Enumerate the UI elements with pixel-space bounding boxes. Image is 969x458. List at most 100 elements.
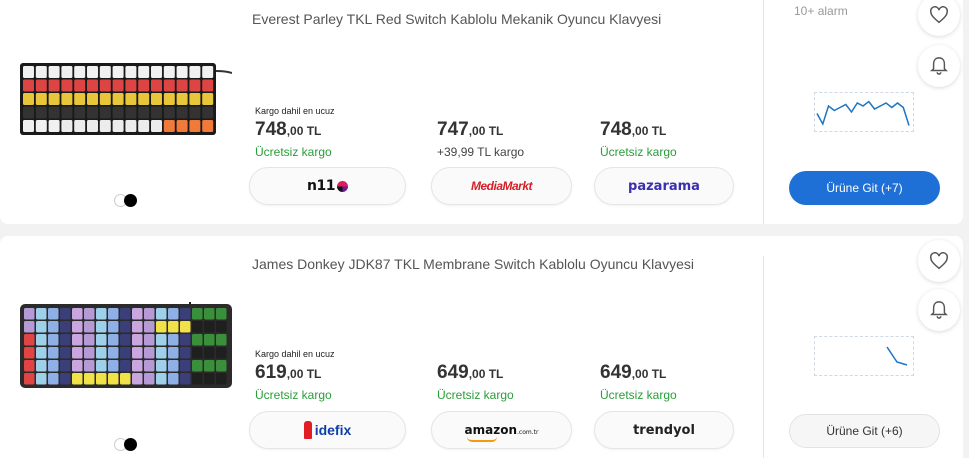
keycap — [202, 66, 214, 78]
keycap — [176, 79, 188, 92]
keycap — [48, 308, 59, 320]
keycap — [96, 360, 107, 372]
keycap — [202, 93, 214, 105]
keycap — [24, 334, 35, 346]
store-button-pazarama[interactable]: pazarama — [594, 167, 734, 205]
keycap — [99, 106, 111, 119]
offer: 747,00 TL +39,99 TL kargo — [437, 106, 597, 159]
keycap — [180, 308, 191, 320]
keycap — [36, 373, 47, 385]
keycap — [60, 373, 71, 385]
store-button-n11[interactable]: n11 — [249, 167, 406, 205]
shipping-info: Ücretsiz kargo — [600, 388, 677, 402]
keycap — [144, 360, 155, 372]
keycap — [87, 93, 98, 105]
shipping-info: Ücretsiz kargo — [437, 388, 514, 402]
keycap — [35, 93, 47, 105]
favorite-button[interactable] — [918, 240, 960, 282]
keycap — [99, 93, 111, 105]
keycap — [192, 321, 203, 333]
keycap — [202, 79, 214, 92]
carousel-dot-active[interactable] — [124, 438, 137, 451]
keycap — [72, 334, 83, 346]
keycap — [189, 93, 201, 105]
keycap — [96, 347, 107, 359]
image-carousel-dots[interactable] — [114, 438, 137, 451]
keycap — [163, 66, 175, 78]
price: 748,00 TL — [255, 119, 322, 140]
keycap — [87, 106, 98, 119]
price-history-chart[interactable] — [814, 92, 914, 132]
keycap — [23, 106, 34, 119]
bell-icon — [930, 57, 948, 75]
keycap — [108, 321, 119, 333]
keycap — [144, 373, 155, 385]
price: 748,00 TL — [600, 119, 667, 140]
keycap — [24, 360, 35, 372]
keycap — [125, 120, 137, 132]
keycap — [176, 66, 188, 78]
keycap — [48, 360, 59, 372]
keycap — [180, 347, 191, 359]
keycap — [23, 79, 34, 92]
keycap — [132, 321, 143, 333]
store-button-mediamarkt[interactable]: MediaMarkt — [431, 167, 572, 205]
price-history-chart[interactable] — [814, 336, 914, 376]
keycap — [168, 308, 179, 320]
keycap — [132, 373, 143, 385]
keycap — [35, 106, 47, 119]
keycap — [36, 308, 47, 320]
price-alarm-button[interactable] — [918, 45, 960, 87]
keycap — [112, 106, 124, 119]
image-carousel-dots[interactable] — [114, 194, 137, 207]
keycap — [48, 321, 59, 333]
keycap — [36, 321, 47, 333]
favorite-button[interactable] — [918, 0, 960, 36]
carousel-dot-active[interactable] — [124, 194, 137, 207]
price-alarm-button[interactable] — [918, 289, 960, 331]
keycap — [74, 106, 86, 119]
keycap — [168, 334, 179, 346]
go-to-product-button[interactable]: Ürüne Git (+6) — [789, 414, 940, 448]
product-image[interactable] — [20, 296, 232, 393]
keycap — [156, 334, 167, 346]
offer: 649,00 TL Ücretsiz kargo — [437, 349, 597, 402]
keycap — [35, 66, 47, 78]
product-title[interactable]: Everest Parley TKL Red Switch Kablolu Me… — [252, 11, 661, 27]
keycap — [112, 93, 124, 105]
divider — [763, 256, 764, 458]
store-button-amazon[interactable]: amazon.com.tr — [431, 411, 572, 449]
keycap — [60, 347, 71, 359]
keycap — [180, 373, 191, 385]
keycap — [120, 347, 131, 359]
keycap — [151, 93, 162, 105]
keycap — [192, 360, 203, 372]
keycap — [202, 120, 214, 132]
keycap — [99, 120, 111, 132]
keycap — [176, 106, 188, 119]
store-button-trendyol[interactable]: trendyol — [594, 411, 734, 449]
keycap — [87, 120, 98, 132]
keycap — [72, 321, 83, 333]
keycap — [132, 360, 143, 372]
keycap — [60, 334, 71, 346]
keycap — [151, 66, 162, 78]
store-button-idefix[interactable]: idefix — [249, 411, 406, 449]
keycap — [112, 120, 124, 132]
go-to-product-button[interactable]: Ürüne Git (+7) — [789, 171, 940, 205]
mediamarkt-logo: MediaMarkt — [470, 179, 533, 193]
product-image[interactable] — [20, 63, 233, 140]
keycap — [132, 308, 143, 320]
product-title[interactable]: James Donkey JDK87 TKL Membrane Switch K… — [252, 256, 694, 272]
heart-icon — [930, 6, 948, 24]
keycap — [72, 360, 83, 372]
keycap — [61, 120, 73, 132]
keycap — [216, 308, 227, 320]
price: 649,00 TL — [437, 362, 504, 383]
keycap — [35, 120, 47, 132]
keycap — [189, 79, 201, 92]
heart-icon — [930, 252, 948, 270]
keycap — [74, 120, 86, 132]
keycap — [84, 308, 95, 320]
keycap — [84, 321, 95, 333]
